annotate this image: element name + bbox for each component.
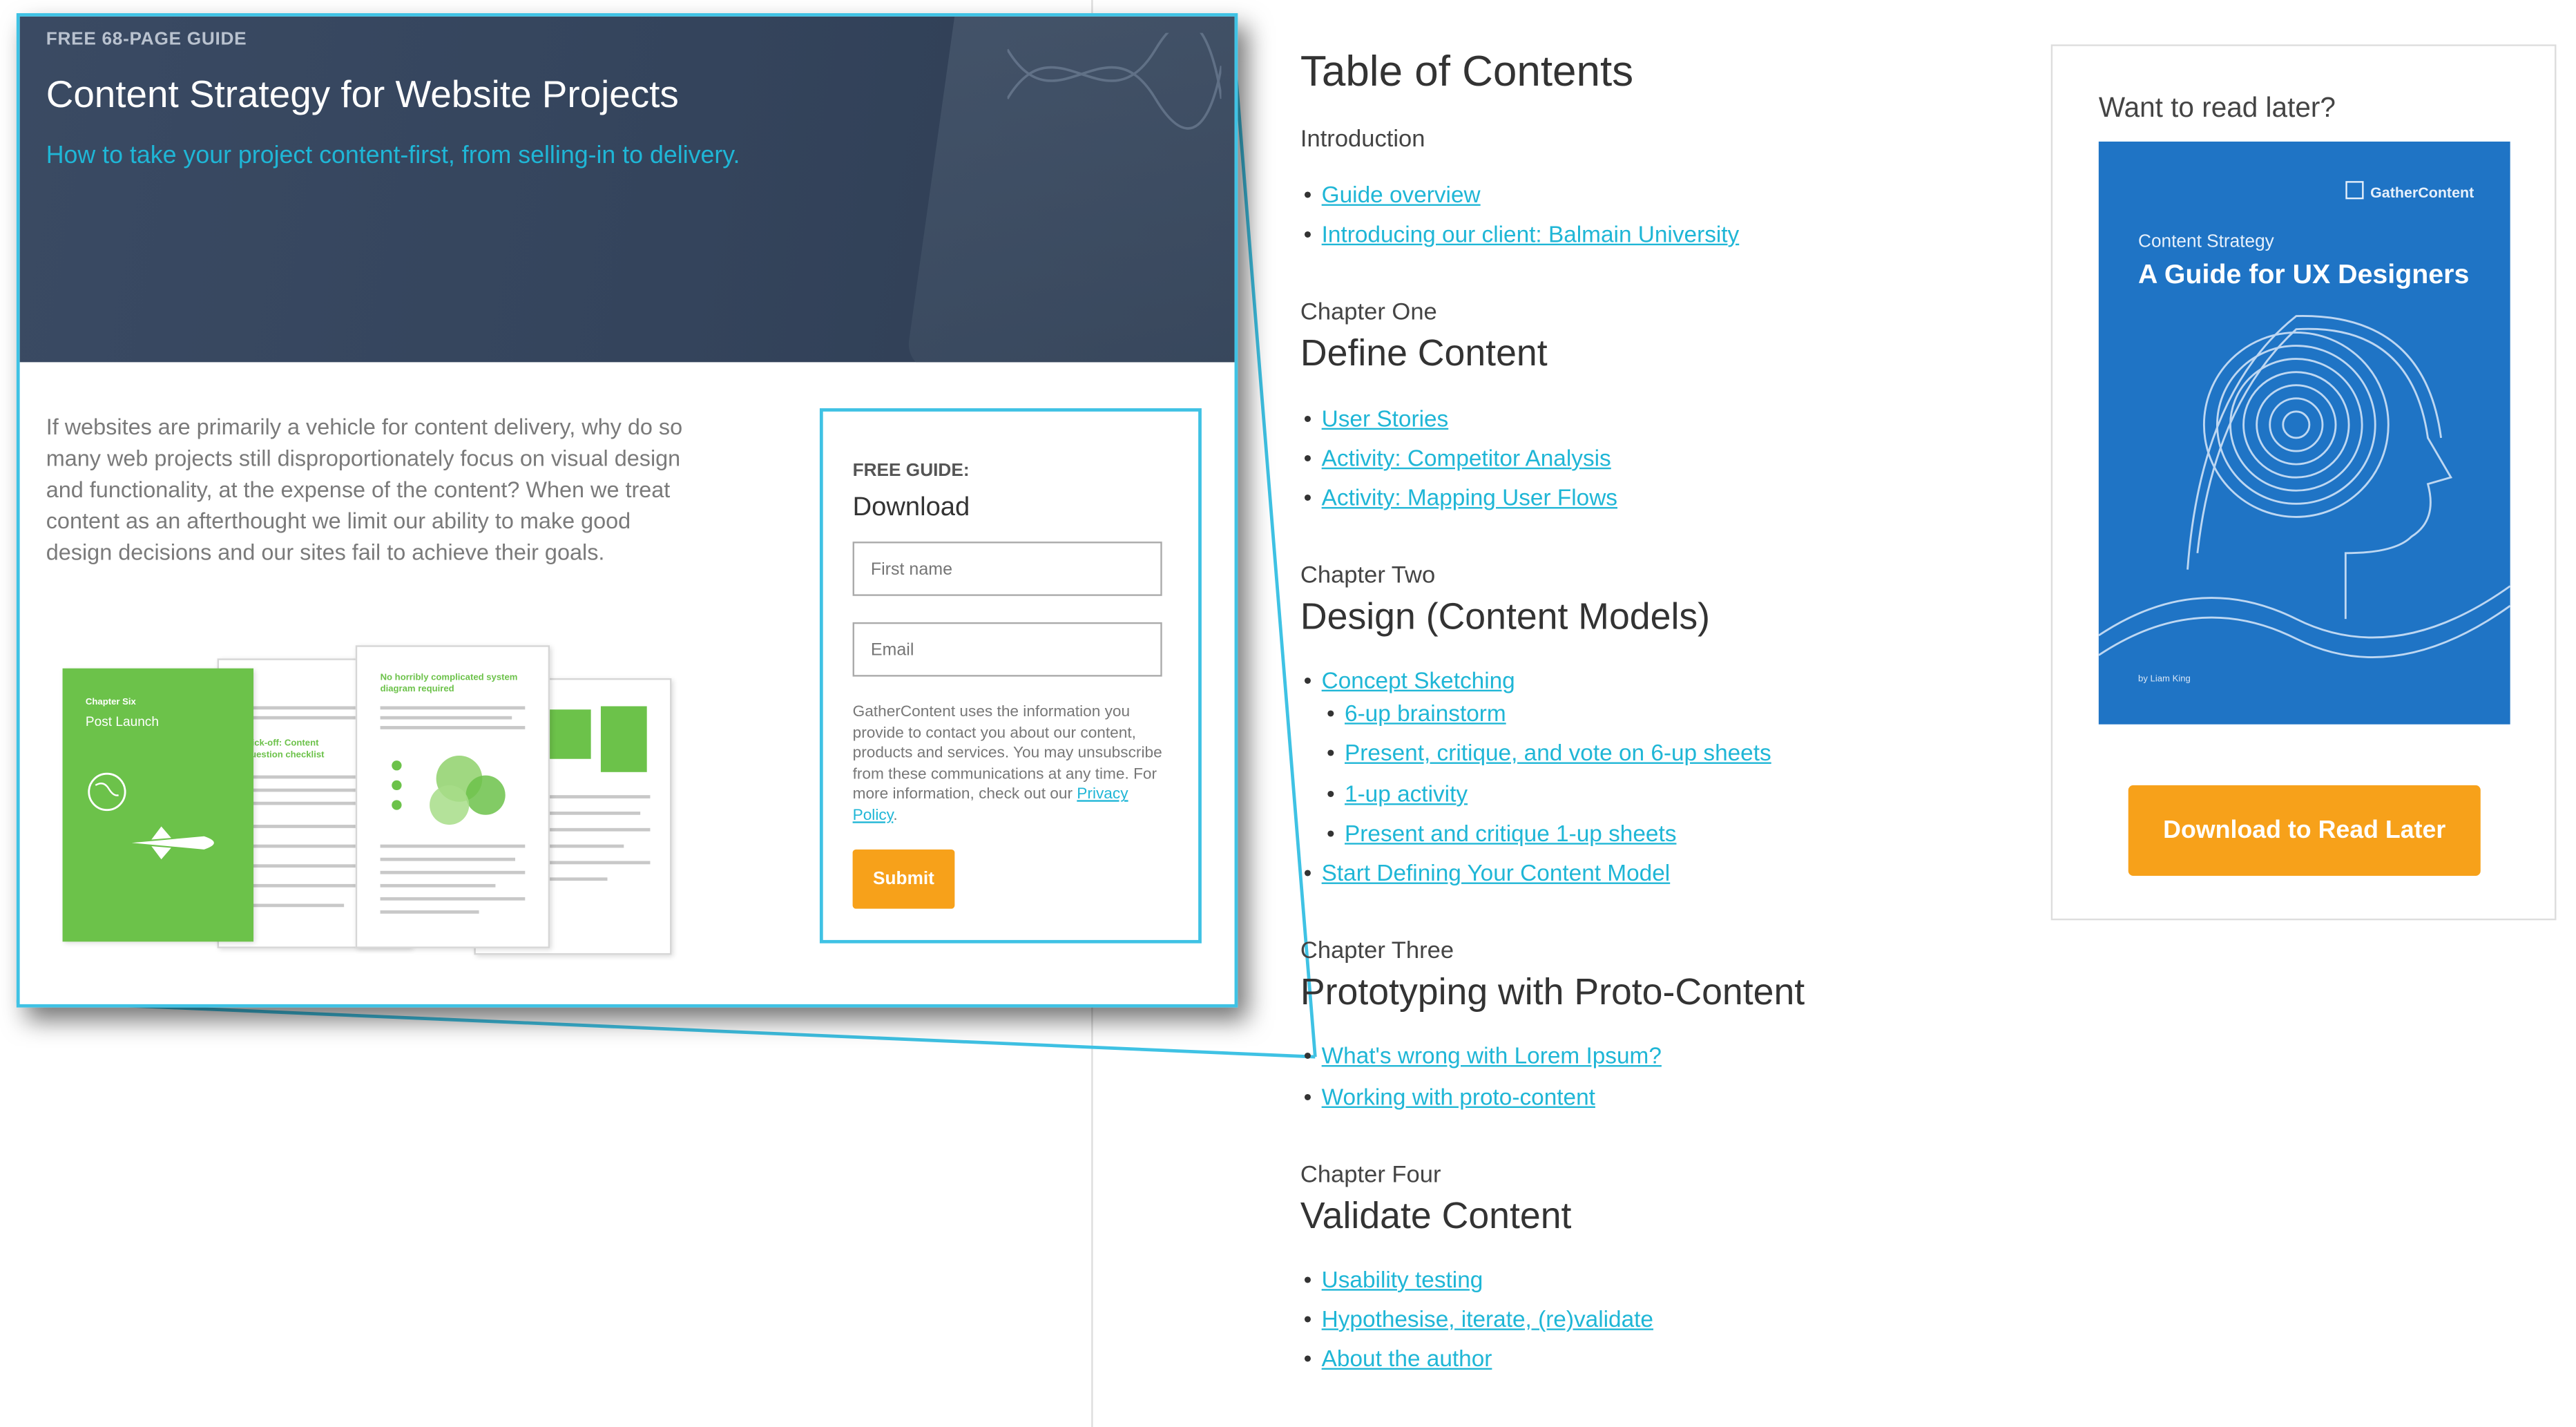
bullet: • [1303,444,1312,471]
bullet: • [1327,780,1335,807]
toc-item: • Hypothesise, iterate, (re)validate [1304,1305,1653,1332]
hero-banner: FREE 68-PAGE GUIDE Content Strategy for … [19,16,1235,363]
toc-link[interactable]: 6-up brainstorm [1345,700,1506,726]
toc-item: • User Stories [1304,405,1449,431]
form-title: Download [852,494,970,522]
toc-item: • Guide overview [1304,181,1481,207]
toc-item: • Concept Sketching [1304,667,1515,693]
bullet: • [1303,1083,1312,1110]
toc-link[interactable]: 1-up activity [1345,780,1468,807]
toc-link[interactable]: User Stories [1322,405,1449,431]
toc-item: • Usability testing [1304,1266,1483,1292]
toc-link[interactable]: Working with proto-content [1322,1083,1595,1109]
section-title: Prototyping with Proto-Content [1300,971,1805,1013]
guide-preview-illustration: Kick-off: Content question checklist Cha… [52,645,678,958]
toc-link[interactable]: Present and critique 1-up sheets [1345,820,1676,846]
toc-item: • Start Defining Your Content Model [1304,859,1671,885]
read-later-heading: Want to read later? [2098,92,2336,124]
form-label: FREE GUIDE: [852,461,970,481]
popup-subtitle: How to take your project content-first, … [46,141,740,170]
toc-link[interactable]: Guide overview [1322,181,1481,207]
bullet: • [1303,1042,1312,1069]
toc-link[interactable]: Activity: Competitor Analysis [1322,445,1611,471]
read-later-card: Want to read later? GatherContent Conten… [2050,44,2557,921]
section-eyebrow: Introduction [1300,126,1425,153]
toc-title: Table of Contents [1300,46,1634,96]
toc-item: • Working with proto-content [1304,1083,1595,1109]
toc-subitem: • 1-up activity [1327,780,1468,807]
toc-item: • Introducing our client: Balmain Univers… [1304,220,1740,247]
section-title: Validate Content [1300,1195,1572,1236]
section-eyebrow: Chapter One [1300,299,1437,326]
section-eyebrow: Chapter Two [1300,563,1436,590]
section-title: Design (Content Models) [1300,595,1711,638]
space-shuttle-icon [131,826,214,860]
toc-subitem: • Present, critique, and vote on 6-up she… [1327,739,1771,765]
bullet: • [1327,699,1335,727]
bullet: • [1327,819,1335,847]
email-input[interactable] [852,622,1162,677]
toc-link[interactable]: What's wrong with Lorem Ipsum? [1322,1042,1662,1069]
logo-icon [2345,181,2364,200]
toc-item: • Activity: Mapping User Flows [1304,484,1617,510]
bullet: • [1303,1265,1312,1292]
bullet: • [1303,181,1312,208]
bullet: • [1303,667,1312,693]
submit-button[interactable]: Submit [852,849,955,909]
toc-item: • About the author [1304,1345,1492,1371]
section-title: Define Content [1300,332,1548,374]
logo-text: GatherContent [2370,184,2474,201]
disclaimer-end: . [893,806,898,825]
guide-cover-image: GatherContent Content Strategy A Guide f… [2098,141,2510,725]
guide-popup: FREE 68-PAGE GUIDE Content Strategy for … [16,13,1238,1008]
popup-intro: If websites are primarily a vehicle for … [46,414,683,565]
bullet: • [1327,739,1335,766]
popup-kicker: FREE 68-PAGE GUIDE [46,29,247,50]
download-to-read-later-button[interactable]: Download to Read Later [2128,785,2481,876]
toc-link[interactable]: Present, critique, and vote on 6-up shee… [1345,739,1771,765]
venn-diagram-icon [392,755,506,825]
toc-item: • What's wrong with Lorem Ipsum? [1304,1042,1662,1069]
preview-kickoff-heading: Kick-off: Content question checklist [245,739,325,761]
toc-link[interactable]: Activity: Mapping User Flows [1322,484,1617,510]
dna-helix-icon [1007,32,1222,130]
globe-icon [88,772,126,812]
preview-chapter-label: Chapter Six [85,698,136,708]
bullet: • [1303,1345,1312,1372]
toc-link[interactable]: Usability testing [1322,1266,1483,1292]
section-eyebrow: Chapter Three [1300,938,1454,965]
toc-subitem: • Present and critique 1-up sheets [1327,820,1676,846]
cover-title: A Guide for UX Designers [2138,260,2470,290]
fingerprint-head-icon [2098,315,2510,658]
preview-page: No horribly complicated system diagram r… [355,645,550,948]
gathercontent-logo: GatherContent [2345,181,2474,201]
download-form: FREE GUIDE: Download GatherContent uses … [819,408,1202,944]
cover-subtitle: Content Strategy [2138,232,2274,252]
section-eyebrow: Chapter Four [1300,1162,1441,1189]
bullet: • [1303,405,1312,432]
first-name-input[interactable] [852,542,1162,596]
preview-chapter-title: Post Launch [85,714,159,729]
toc-link[interactable]: About the author [1322,1345,1492,1371]
stage: FREE 68-PAGE GUIDE Content Strategy for … [0,0,2576,1427]
popup-title: Content Strategy for Website Projects [46,72,679,115]
toc-item: • Activity: Competitor Analysis [1304,445,1611,471]
preview-diagram-heading: No horribly complicated system diagram r… [380,673,518,695]
bullet: • [1303,1305,1312,1332]
toc-link[interactable]: Start Defining Your Content Model [1322,859,1671,885]
preview-page-cover: Chapter Six Post Launch [62,668,254,942]
toc-link[interactable]: Introducing our client: Balmain Universi… [1322,220,1740,247]
form-disclaimer: GatherContent uses the information you p… [853,703,1169,827]
cover-author: by Liam King [2138,675,2191,685]
toc-link[interactable]: Concept Sketching [1322,667,1515,693]
bullet: • [1303,220,1312,247]
bullet: • [1303,483,1312,510]
bullet: • [1303,859,1312,886]
toc-subitem: • 6-up brainstorm [1327,700,1506,726]
toc-link[interactable]: Hypothesise, iterate, (re)validate [1322,1305,1653,1332]
